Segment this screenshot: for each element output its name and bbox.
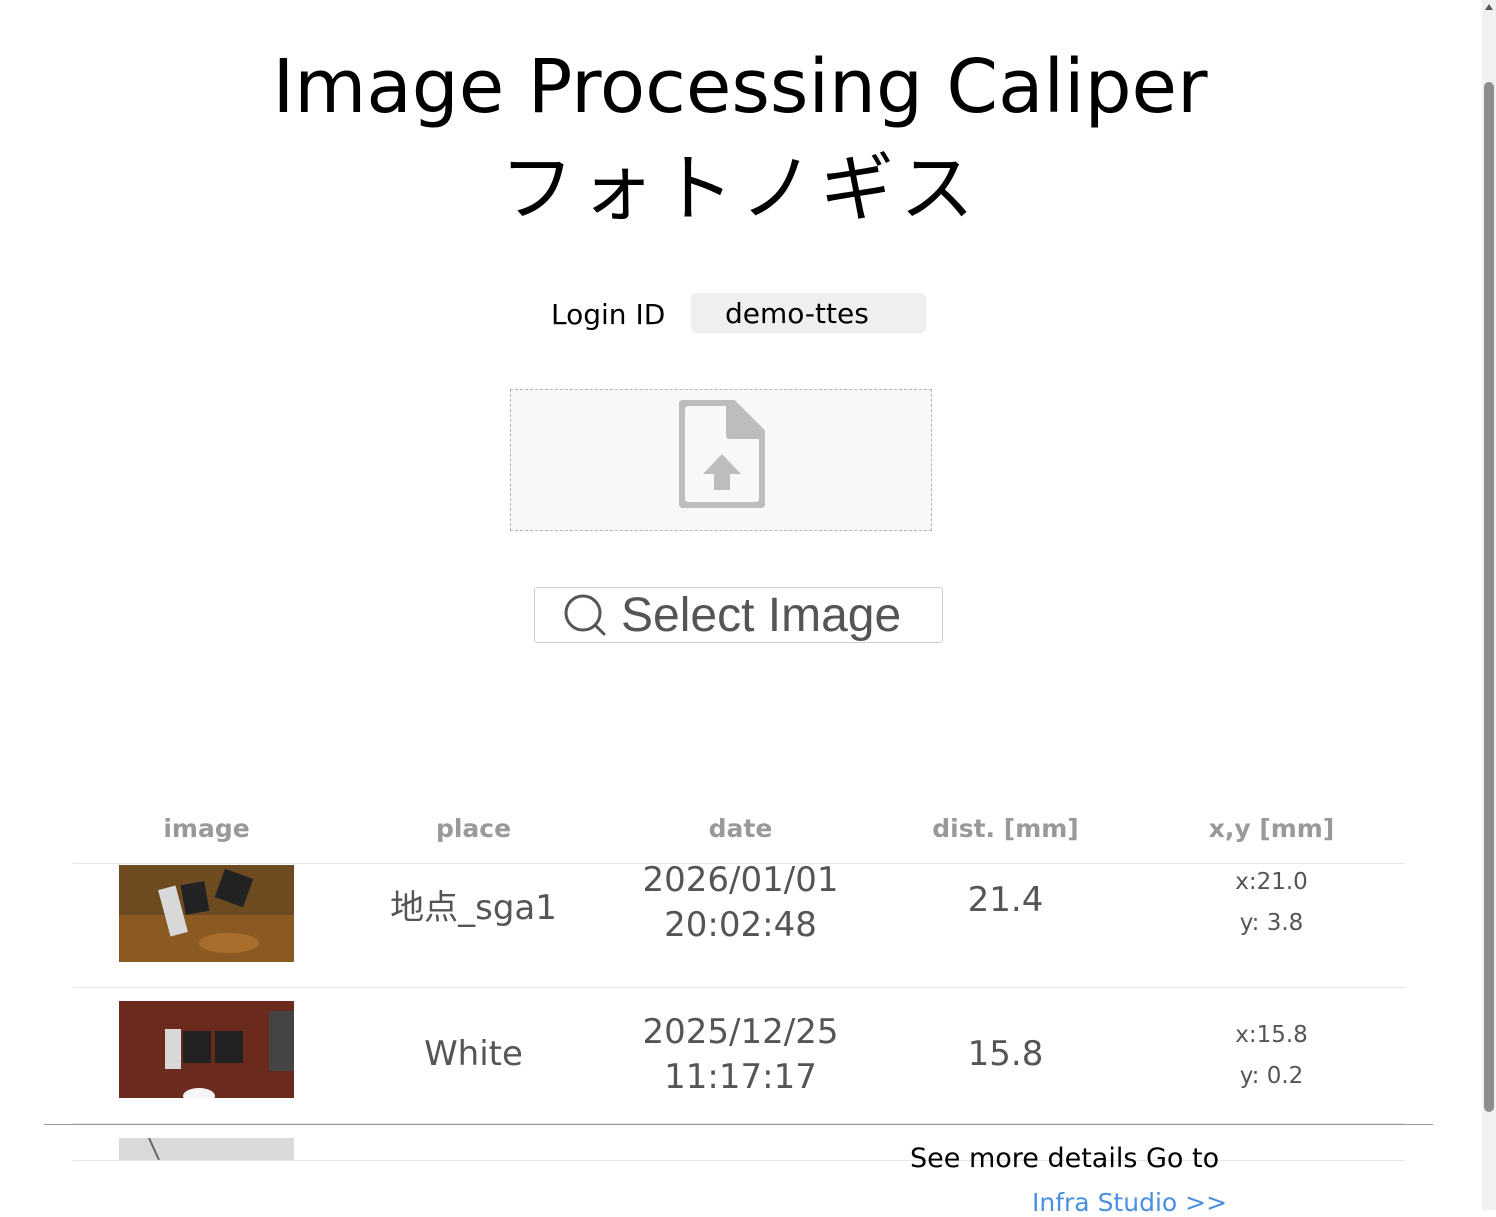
row-thumbnail[interactable] (119, 1138, 294, 1160)
row-y: y: 0.2 (1239, 1063, 1304, 1089)
app-title-jp: フォトノギス (500, 146, 980, 232)
row-date: 2026/01/01 20:02:48 (607, 858, 874, 948)
col-header-xy[interactable]: x,y [mm] (1138, 814, 1405, 843)
infra-studio-link[interactable]: Infra Studio >> (1032, 1188, 1227, 1217)
login-id-label: Login ID (551, 298, 666, 331)
footer-text: See more details Go to (910, 1143, 1220, 1174)
scroll-up-icon[interactable] (1485, 4, 1493, 10)
table-row[interactable]: White 2025/12/25 11:17:17 15.8 x:15.8 y:… (73, 1000, 1405, 1124)
row-date-day: 2026/01/01 (642, 860, 839, 900)
col-header-date[interactable]: date (607, 814, 874, 843)
image-drop-zone[interactable] (510, 389, 932, 531)
row-thumbnail[interactable] (119, 1001, 294, 1098)
row-dist: 21.4 (967, 880, 1044, 920)
row-place: White (424, 1034, 523, 1074)
row-date-time: 11:17:17 (664, 1057, 817, 1097)
select-image-label: Select Image (621, 588, 902, 642)
select-image-button[interactable]: Select Image (534, 587, 943, 643)
col-header-image[interactable]: image (73, 814, 340, 843)
row-date: 2025/12/25 11:17:17 (607, 1010, 874, 1100)
row-place: 地点_sga1 (390, 888, 557, 928)
row-dist: 15.8 (967, 1034, 1044, 1074)
col-header-place[interactable]: place (340, 814, 607, 843)
row-x: x:15.8 (1235, 1022, 1308, 1048)
row-y: y: 3.8 (1239, 910, 1304, 936)
file-upload-icon (679, 400, 765, 508)
row-x: x:21.0 (1235, 869, 1308, 895)
vertical-scrollbar[interactable] (1482, 0, 1496, 1210)
row-thumbnail[interactable] (119, 865, 294, 962)
row-xy: x:15.8 y: 0.2 (1138, 1015, 1405, 1097)
login-id-input[interactable] (691, 293, 926, 333)
footer-divider (44, 1124, 1433, 1125)
scroll-thumb[interactable] (1484, 82, 1494, 1112)
row-xy: x:21.0 y: 3.8 (1138, 862, 1405, 944)
row-date-time: 20:02:48 (664, 905, 817, 945)
app-title-en: Image Processing Caliper (272, 44, 1208, 130)
table-row[interactable]: 地点_sga1 2026/01/01 20:02:48 21.4 x:21.0 … (73, 860, 1405, 988)
search-icon (564, 594, 606, 636)
col-header-dist[interactable]: dist. [mm] (872, 814, 1139, 843)
row-date-day: 2025/12/25 (642, 1012, 839, 1052)
